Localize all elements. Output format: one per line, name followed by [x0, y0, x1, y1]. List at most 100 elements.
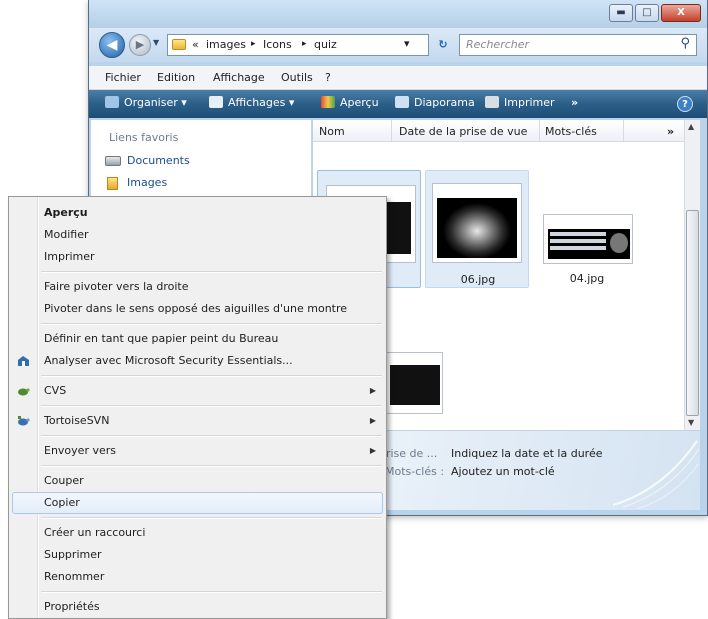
menu-outils[interactable]: Outils — [281, 71, 313, 84]
favorites-heading: Liens favoris — [109, 131, 179, 144]
file-name: 04.jpg — [569, 272, 605, 285]
organize-label: Organiser ▾ — [124, 96, 187, 109]
menu-item-cvs[interactable]: CVS ▶ — [9, 380, 386, 402]
forward-button[interactable]: ▶ — [129, 34, 151, 56]
slideshow-icon — [395, 96, 409, 108]
menu-item-create-shortcut[interactable]: Créer un raccourci — [9, 522, 386, 544]
search-input[interactable]: Rechercher ⚲ — [459, 34, 697, 56]
history-dropdown-icon[interactable]: ▼ — [153, 38, 159, 47]
menu-item-tortoisesvn[interactable]: TortoiseSVN ▶ — [9, 410, 386, 432]
column-date-taken[interactable]: Date de la prise de vue — [399, 125, 527, 138]
menu-separator — [41, 323, 382, 325]
ct-scan-image — [437, 198, 517, 258]
breadcrumb-icons[interactable]: Icons — [263, 38, 292, 51]
menu-item-apercu[interactable]: Aperçu — [9, 202, 386, 224]
breadcrumb-images[interactable]: images — [206, 38, 246, 51]
date-taken-label: prise de ... — [379, 447, 438, 460]
menu-affichage[interactable]: Affichage — [213, 71, 265, 84]
menu-bar: Fichier Edition Affichage Outils ? — [89, 66, 707, 90]
print-label: Imprimer — [504, 96, 555, 109]
menu-separator — [41, 375, 382, 377]
column-headers: Nom Date de la prise de vue Mots-clés » — [313, 120, 684, 142]
quiz-row — [550, 246, 606, 250]
breadcrumb-separator-icon[interactable]: ▸ — [251, 39, 256, 49]
column-name[interactable]: Nom — [319, 125, 345, 138]
breadcrumb-quiz[interactable]: quiz — [314, 38, 337, 51]
menu-item-set-wallpaper[interactable]: Définir en tant que papier peint du Bure… — [9, 328, 386, 350]
vista-swoosh-decoration — [613, 440, 699, 509]
menu-item-cut[interactable]: Couper — [9, 470, 386, 492]
menu-item-label: Propriétés — [44, 600, 100, 613]
printer-icon — [485, 96, 499, 108]
close-button[interactable]: X — [661, 4, 701, 22]
column-divider — [391, 120, 392, 142]
context-menu: Aperçu Modifier Imprimer Faire pivoter v… — [8, 196, 387, 619]
turtle-cvs-icon — [18, 388, 30, 396]
back-button[interactable]: ◀ — [99, 32, 125, 58]
file-item-06[interactable]: 06.jpg — [425, 170, 529, 288]
menu-item-delete[interactable]: Supprimer — [9, 544, 386, 566]
menu-item-label: Imprimer — [44, 250, 95, 263]
menu-item-properties[interactable]: Propriétés — [9, 596, 386, 618]
menu-item-scan-mse[interactable]: Analyser avec Microsoft Security Essenti… — [9, 350, 386, 372]
more-commands-button[interactable]: » — [571, 96, 578, 109]
file-name: 06.jpg — [460, 273, 496, 286]
organize-button[interactable]: Organiser ▾ — [105, 96, 187, 109]
nav-documents[interactable]: Documents — [127, 154, 190, 167]
menu-item-label: Définir en tant que papier peint du Bure… — [44, 332, 279, 345]
help-icon[interactable]: ? — [677, 96, 693, 112]
quiz-row — [550, 232, 606, 236]
menu-item-imprimer[interactable]: Imprimer — [9, 246, 386, 268]
minimize-button[interactable]: ▬ — [609, 4, 633, 22]
address-dropdown-icon[interactable]: ▾ — [404, 37, 410, 50]
menu-item-label: Supprimer — [44, 548, 102, 561]
menu-item-rotate-right[interactable]: Faire pivoter vers la droite — [9, 276, 386, 298]
column-tags[interactable]: Mots-clés — [545, 125, 597, 138]
menu-item-label: TortoiseSVN — [44, 414, 110, 427]
command-bar: Organiser ▾ Affichages ▾ Aperçu Diaporam… — [89, 90, 707, 118]
menu-item-label: Envoyer vers — [44, 444, 116, 457]
breadcrumb-separator-icon[interactable]: ▸ — [302, 39, 307, 49]
menu-separator — [41, 591, 382, 593]
preview-button[interactable]: Aperçu — [321, 96, 379, 109]
nav-images[interactable]: Images — [127, 176, 167, 189]
ct-scan-image — [548, 229, 630, 259]
maximize-button[interactable]: □ — [635, 4, 659, 22]
file-item-04[interactable]: 04.jpg — [535, 170, 639, 288]
menu-item-rename[interactable]: Renommer — [9, 566, 386, 588]
menu-item-send-to[interactable]: Envoyer vers ▶ — [9, 440, 386, 462]
vertical-scrollbar[interactable]: ▲ ▼ — [684, 120, 700, 430]
menu-item-label: Pivoter dans le sens opposé des aiguille… — [44, 302, 348, 315]
address-bar[interactable]: « images ▸ Icons ▸ quiz ▾ — [167, 34, 429, 56]
menu-item-rotate-left[interactable]: Pivoter dans le sens opposé des aiguille… — [9, 298, 386, 320]
slideshow-button[interactable]: Diaporama — [395, 96, 475, 109]
refresh-icon[interactable]: ↻ — [431, 34, 455, 56]
menu-fichier[interactable]: Fichier — [105, 71, 141, 84]
print-button[interactable]: Imprimer — [485, 96, 555, 109]
menu-separator — [41, 517, 382, 519]
menu-item-label: Analyser avec Microsoft Security Essenti… — [44, 354, 293, 367]
scroll-up-icon[interactable]: ▲ — [688, 122, 694, 131]
images-folder-icon — [107, 177, 118, 190]
organize-icon — [105, 96, 119, 108]
menu-edition[interactable]: Edition — [157, 71, 195, 84]
address-chevron[interactable]: « — [192, 38, 199, 51]
address-row: ◀ ▶ ▼ « images ▸ Icons ▸ quiz ▾ ↻ Recher… — [89, 28, 707, 62]
column-divider — [539, 120, 540, 142]
preview-icon — [321, 96, 335, 108]
views-button[interactable]: Affichages ▾ — [209, 96, 294, 109]
search-icon[interactable]: ⚲ — [680, 36, 690, 51]
more-columns-button[interactable]: » — [667, 125, 674, 138]
menu-separator — [41, 465, 382, 467]
date-taken-value[interactable]: Indiquez la date et la durée — [451, 447, 602, 460]
menu-item-label: Aperçu — [44, 206, 88, 219]
views-icon — [209, 96, 223, 108]
menu-help[interactable]: ? — [325, 71, 331, 84]
menu-item-copy[interactable]: Copier — [12, 492, 383, 514]
file-thumbnail[interactable] — [385, 352, 443, 414]
tags-value[interactable]: Ajoutez un mot-clé — [451, 465, 555, 478]
scroll-down-icon[interactable]: ▼ — [688, 418, 694, 427]
menu-item-modifier[interactable]: Modifier — [9, 224, 386, 246]
scroll-thumb[interactable] — [686, 210, 699, 416]
file-thumbnail — [432, 183, 522, 263]
